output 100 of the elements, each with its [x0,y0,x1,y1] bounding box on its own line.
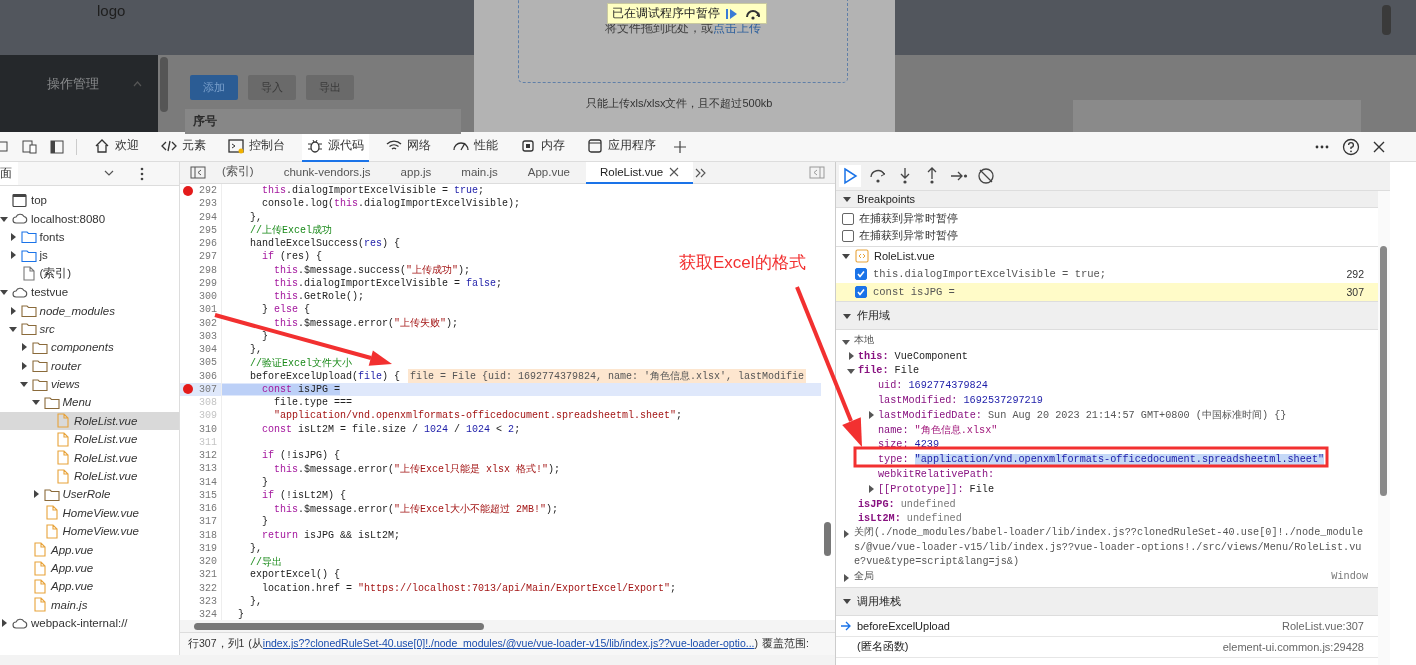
source-link[interactable]: index.js??clonedRuleSet-40.use[0]!./node_modules/@vue/vue-loader-v15/lib/index.js??vue-loader-optio... [262,637,755,649]
scope-entry[interactable]: file: File [836,363,1378,379]
section-header[interactable]: 作用域 [836,301,1378,330]
sidebar-toggle-icon[interactable] [190,166,206,179]
tree-item[interactable]: RoleList.vue [0,411,179,431]
tree-item[interactable]: App.vue [0,577,179,596]
scrollbar[interactable] [1382,5,1391,35]
scope-entry[interactable]: size: 4239 [836,437,1378,453]
scope-group[interactable]: 本地 [836,334,1378,349]
line-number: 310 [199,423,217,435]
call-frame[interactable]: beforeExcelUpload RoleList.vue:307 [836,615,1378,637]
breakpoint-item[interactable]: const isJPG = 307 [836,283,1378,301]
checkbox[interactable] [842,229,854,242]
section-header[interactable]: 调用堆栈 [836,586,1378,616]
scope-entry[interactable]: uid: 1692774379824 [836,378,1378,394]
deactivate-breakpoints-icon[interactable] [976,166,996,186]
file-tab[interactable]: RoleList.vue [585,161,694,184]
scrollbar[interactable] [160,57,168,112]
tree-item[interactable]: RoleList.vue [0,466,179,486]
breakpoint-dot[interactable] [183,185,193,196]
scope-entry[interactable]: type: "application/vnd.openxmlformats-officedocument.spreadsheetml.sheet" [836,452,1378,468]
call-frame[interactable]: (匿名函数) element-ui.common.js:29428 [836,636,1378,658]
line-number: 313 [199,463,217,475]
code-line: file.type === [273,397,353,409]
devtools-tab[interactable]: 网络 [381,131,436,162]
tree-item[interactable]: webpack-internal:// [0,614,179,633]
tree-item[interactable]: node_modules [0,301,179,320]
file-tab[interactable]: App.vue [513,161,584,184]
tree-item[interactable]: RoleList.vue [0,448,179,467]
close-icon[interactable] [1372,139,1386,154]
checkbox[interactable] [855,286,867,298]
scope-entry[interactable]: this: VueComponent [836,348,1378,364]
chevron-down-icon[interactable] [104,170,114,177]
code-line: this.$message.success("上传成功"); [273,263,471,278]
plus-icon[interactable] [673,139,687,154]
tree-item[interactable]: App.vue [0,540,179,559]
scope-entry[interactable]: isLt2M: undefined [836,511,1378,527]
scope-group[interactable]: 全局 Window [836,569,1378,585]
annotation-label: 获取Excel的格式 [679,252,806,274]
tree-item[interactable]: components [0,338,179,357]
checkbox[interactable] [842,212,854,225]
scope-entry[interactable]: isJPG: undefined [836,496,1378,512]
menu-item[interactable]: 操作管理 [0,55,158,93]
line-number: 316 [199,503,217,515]
devtools-tab[interactable]: 应用程序 [582,131,661,162]
scrollbar[interactable] [180,620,835,632]
tree-item[interactable]: App.vue [0,558,179,578]
more-icon[interactable] [140,166,144,181]
file-tab[interactable]: (索引) [208,161,268,184]
tree-item[interactable]: top [0,191,179,210]
tree-item[interactable]: main.js [0,595,179,614]
devtools-tab[interactable]: 元素 [156,131,211,162]
devtools-tab[interactable]: 内存 [515,131,570,162]
devtools-tab[interactable]: 性能 [448,131,503,162]
tree-item[interactable]: localhost:8080 [0,209,179,228]
scope-entry[interactable]: name: "角色信息.xlsx" [836,422,1378,438]
tree-item[interactable]: fonts [0,227,179,247]
help-icon[interactable] [1342,137,1360,156]
device-icon[interactable] [22,139,38,154]
section-header[interactable]: Breakpoints [836,191,1378,208]
sidebar-icon[interactable] [50,139,64,154]
tree-item[interactable]: testvue [0,282,179,302]
coverage-label: 覆盖范围: [762,637,809,651]
scrollbar[interactable] [1378,191,1390,665]
scope-entry[interactable]: lastModifiedDate: Sun Aug 20 2023 21:14:57 GMT+0800 (中国标准时间) {} [836,408,1378,423]
scope-entry[interactable]: [[Prototype]]: File [836,481,1378,497]
property-name: webkitRelativePath: [878,469,995,481]
tree-item[interactable]: HomeView.vue [0,503,179,523]
pause-option[interactable]: 在捕获到异常时暂停 [836,227,1378,244]
double-chevron-icon[interactable] [695,167,708,178]
breakpoint-dot[interactable] [183,384,193,395]
devtools-tab[interactable]: 控制台 [223,131,290,162]
tree-item[interactable]: (索引) [0,264,179,283]
tree-item[interactable]: js [0,246,179,265]
navigator-tab[interactable]: 面 [0,162,18,185]
resume-icon[interactable] [839,165,861,187]
tree-item[interactable]: Menu [0,393,179,412]
tree-item[interactable]: UserRole [0,485,179,504]
breakpoint-item[interactable]: this.dialogImportExcelVisible = true; 292 [836,265,1378,283]
panel-toggle-icon[interactable] [809,166,825,179]
tree-item[interactable]: router [0,356,179,375]
property-name: isLt2M: [858,513,901,525]
code-line: console.log(this.dialogImportExcelVisible); [261,198,521,210]
devtools-tab[interactable]: 欢迎 [89,131,144,162]
tree-item[interactable]: src [0,319,179,339]
tree-item[interactable]: HomeView.vue [0,522,179,541]
pause-option[interactable]: 在捕获到异常时暂停 [836,210,1378,227]
code-line: this.$message.error("上传Excel大小不能超过 2MB!"); [273,502,559,516]
tree-item[interactable]: RoleList.vue [0,430,179,449]
scope-entry[interactable]: webkitRelativePath: [836,467,1378,482]
file-tab[interactable]: chunk-vendors.js [269,161,385,184]
scope-entry[interactable]: lastModified: 1692537297219 [836,393,1378,408]
line-number: 302 [199,317,217,329]
upload-tip: 只能上传xls/xlsx文件，且不超过500kb [586,96,773,111]
tree-item[interactable]: views [0,374,179,394]
file-tab[interactable]: main.js [447,161,512,184]
expand-arrow-icon[interactable] [842,252,850,260]
close-icon[interactable] [669,166,680,177]
file-tab[interactable]: app.js [386,161,446,184]
checkbox[interactable] [855,268,867,280]
